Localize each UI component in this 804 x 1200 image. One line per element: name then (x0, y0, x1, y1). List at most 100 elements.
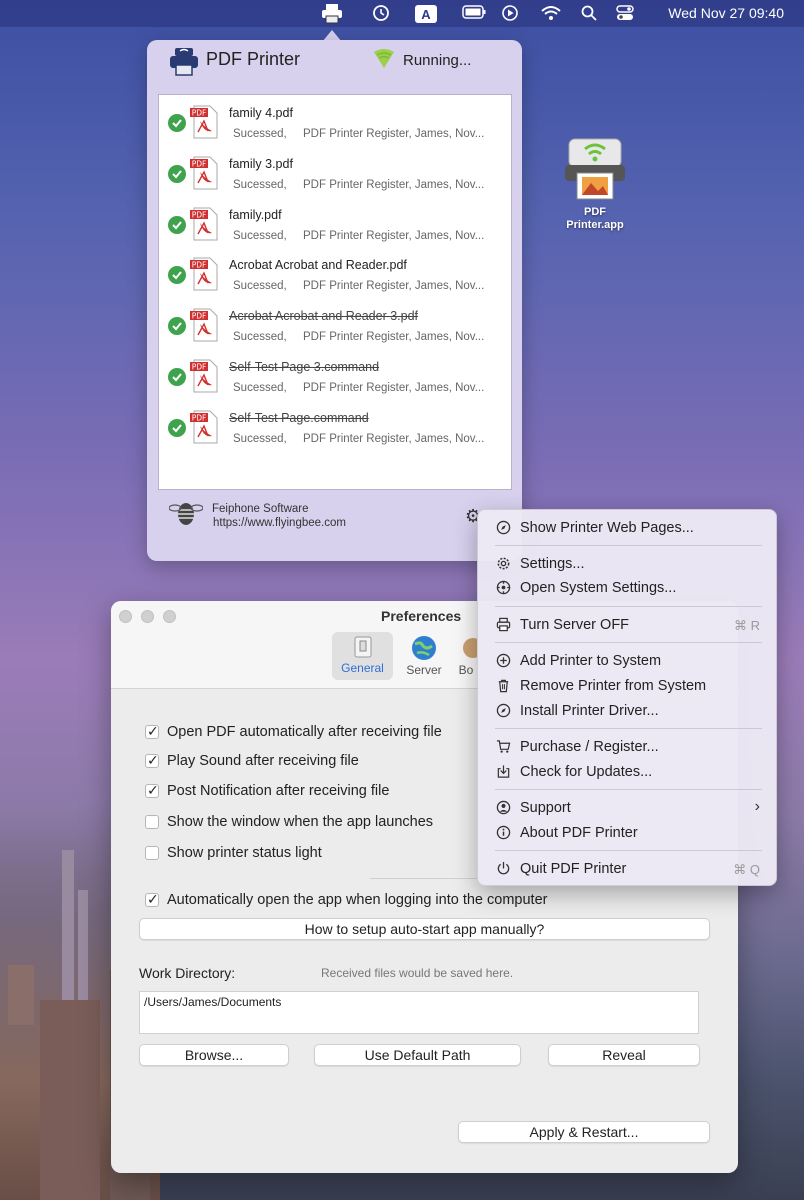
menu-shortcut: ⌘ Q (733, 862, 760, 877)
menu-open-system-settings[interactable]: Open System Settings... (484, 577, 772, 599)
job-detail: PDF Printer Register, James, Nov... (303, 432, 485, 445)
job-detail: PDF Printer Register, James, Nov... (303, 280, 485, 293)
job-detail: PDF Printer Register, James, Nov... (303, 178, 485, 191)
desktop-label-line1: PDF (584, 206, 606, 218)
reveal-button[interactable]: Reveal (548, 1044, 700, 1066)
pdf-badge-text: PDF (192, 363, 207, 372)
pdf-printer-desktop-label[interactable]: PDF Printer.app (548, 206, 642, 232)
menu-install-driver[interactable]: Install Printer Driver... (484, 700, 772, 722)
pdf-file-icon: PDF (190, 105, 218, 139)
menu-item-label: Add Printer to System (520, 653, 662, 669)
checkbox-box[interactable] (145, 891, 159, 908)
job-status: Sucessed, (233, 178, 287, 191)
menu-item-label: Quit PDF Printer (520, 861, 627, 877)
checkbox-box[interactable] (145, 846, 159, 860)
job-file-name: Acrobat Acrobat and Reader.pdf (229, 258, 407, 273)
switch-icon (354, 636, 371, 658)
checkbox-label: Automatically open the app when logging … (167, 892, 548, 908)
print-job-row[interactable]: PDF Self-Test Page 3.command Sucessed, PDF … (159, 352, 511, 402)
success-check-icon (168, 418, 186, 437)
checkbox-box[interactable] (145, 752, 159, 769)
menu-remove-printer[interactable]: Remove Printer from System (484, 675, 772, 697)
pdf-printer-desktop-icon[interactable] (563, 137, 627, 201)
checkbox-box[interactable] (145, 782, 159, 799)
apply-restart-button[interactable]: Apply & Restart... (458, 1121, 710, 1143)
browse-button[interactable]: Browse... (139, 1044, 289, 1066)
printer-icon[interactable] (321, 3, 343, 24)
menu-show-web-pages[interactable]: Show Printer Web Pages... (484, 517, 772, 539)
trash-icon (495, 678, 511, 694)
job-status: Sucessed, (233, 280, 287, 293)
tab-general[interactable]: General (332, 632, 393, 680)
company-name: Feiphone Software (212, 503, 309, 515)
print-job-row[interactable]: PDF family 4.pdf Sucessed, PDF Printer Regi… (159, 98, 511, 148)
success-check-icon (168, 164, 186, 183)
job-file-name: family 3.pdf (229, 156, 293, 171)
wifi-icon[interactable] (540, 4, 562, 23)
server-status: Running... (403, 52, 472, 69)
menu-check-updates[interactable]: Check for Updates... (484, 761, 772, 783)
globe-icon (412, 636, 436, 660)
zoom-window-button[interactable] (163, 610, 176, 623)
success-check-icon (168, 215, 186, 234)
job-status: Sucessed, (233, 432, 287, 445)
menu-quit[interactable]: Quit PDF Printer ⌘ Q (484, 858, 772, 880)
job-file-name: Self-Test Page.command (229, 410, 369, 425)
time-machine-icon[interactable] (372, 4, 390, 23)
checkbox-label: Open PDF automatically after receiving f… (167, 724, 442, 740)
company-url[interactable]: https://www.flyingbee.com (213, 517, 346, 529)
battery-icon[interactable] (462, 4, 486, 23)
print-job-row[interactable]: PDF Acrobat Acrobat and Reader.pdf Sucesse… (159, 250, 511, 300)
plus-circle-icon (495, 653, 511, 669)
menu-add-printer[interactable]: Add Printer to System (484, 650, 772, 672)
work-directory-hint: Received files would be saved here. (321, 966, 514, 980)
compass-icon (495, 703, 511, 719)
pdf-badge-text: PDF (192, 261, 207, 270)
menu-separator (495, 789, 762, 790)
print-job-row[interactable]: PDF Self-Test Page.command Sucessed, PDF Pr… (159, 403, 511, 453)
job-detail: PDF Printer Register, James, Nov... (303, 331, 485, 344)
menu-support[interactable]: Support › (484, 797, 772, 819)
tab-server-label: Server (406, 663, 442, 677)
partial-tab-icon (463, 638, 477, 658)
pdf-printer-popover: PDF Printer Running... PDF family 4.pdf Su… (147, 40, 522, 561)
use-default-path-button[interactable]: Use Default Path (314, 1044, 521, 1066)
minimize-window-button[interactable] (141, 610, 154, 623)
checkbox-box[interactable] (145, 815, 159, 829)
menu-settings[interactable]: Settings... (484, 553, 772, 575)
job-status: Sucessed, (233, 382, 287, 394)
menu-item-label: Settings... (520, 556, 585, 572)
play-icon[interactable] (501, 4, 519, 23)
close-window-button[interactable] (119, 610, 132, 623)
success-check-icon (168, 368, 186, 386)
menubar-clock[interactable]: Wed Nov 27 09:40 (668, 5, 784, 21)
input-source-icon[interactable]: A (415, 5, 437, 23)
tab-partial[interactable]: Bo (455, 632, 477, 680)
print-job-row[interactable]: PDF family 3.pdf Sucessed, PDF Printer Regi… (159, 149, 511, 199)
flyingbee-logo-icon (168, 500, 204, 528)
pdf-file-icon: PDF (190, 207, 218, 241)
print-job-row[interactable]: PDF Acrobat Acrobat and Reader 3.pdf Suces… (159, 301, 511, 351)
popover-title: PDF Printer (206, 49, 301, 69)
menu-item-label: Install Printer Driver... (520, 703, 659, 719)
print-job-list[interactable]: PDF family 4.pdf Sucessed, PDF Printer Regi… (158, 94, 512, 490)
job-detail: PDF Printer Register, James, Nov... (303, 128, 485, 140)
menu-item-label: About PDF Printer (520, 825, 638, 841)
info-icon (495, 825, 511, 841)
job-detail: PDF Printer Register, James, Nov... (303, 382, 485, 394)
tab-server[interactable]: Server (399, 632, 449, 680)
work-directory-field[interactable]: /Users/James/Documents (139, 991, 699, 1034)
menu-about[interactable]: About PDF Printer (484, 822, 772, 844)
autostart-help-button[interactable]: How to setup auto-start app manually? (139, 918, 710, 940)
pdf-file-icon: PDF (190, 156, 218, 190)
input-source-letter: A (421, 7, 431, 22)
menu-purchase-register[interactable]: Purchase / Register... (484, 736, 772, 758)
checkbox-box[interactable] (145, 723, 159, 740)
print-job-row[interactable]: PDF family.pdf Sucessed, PDF Printer Regist… (159, 200, 511, 250)
control-center-icon[interactable] (616, 4, 634, 23)
menu-item-label: Show Printer Web Pages... (520, 520, 694, 536)
printer-icon (495, 617, 511, 633)
search-icon[interactable] (580, 4, 598, 23)
menu-separator (495, 606, 762, 607)
menu-turn-server-off[interactable]: Turn Server OFF ⌘ R (484, 614, 772, 636)
